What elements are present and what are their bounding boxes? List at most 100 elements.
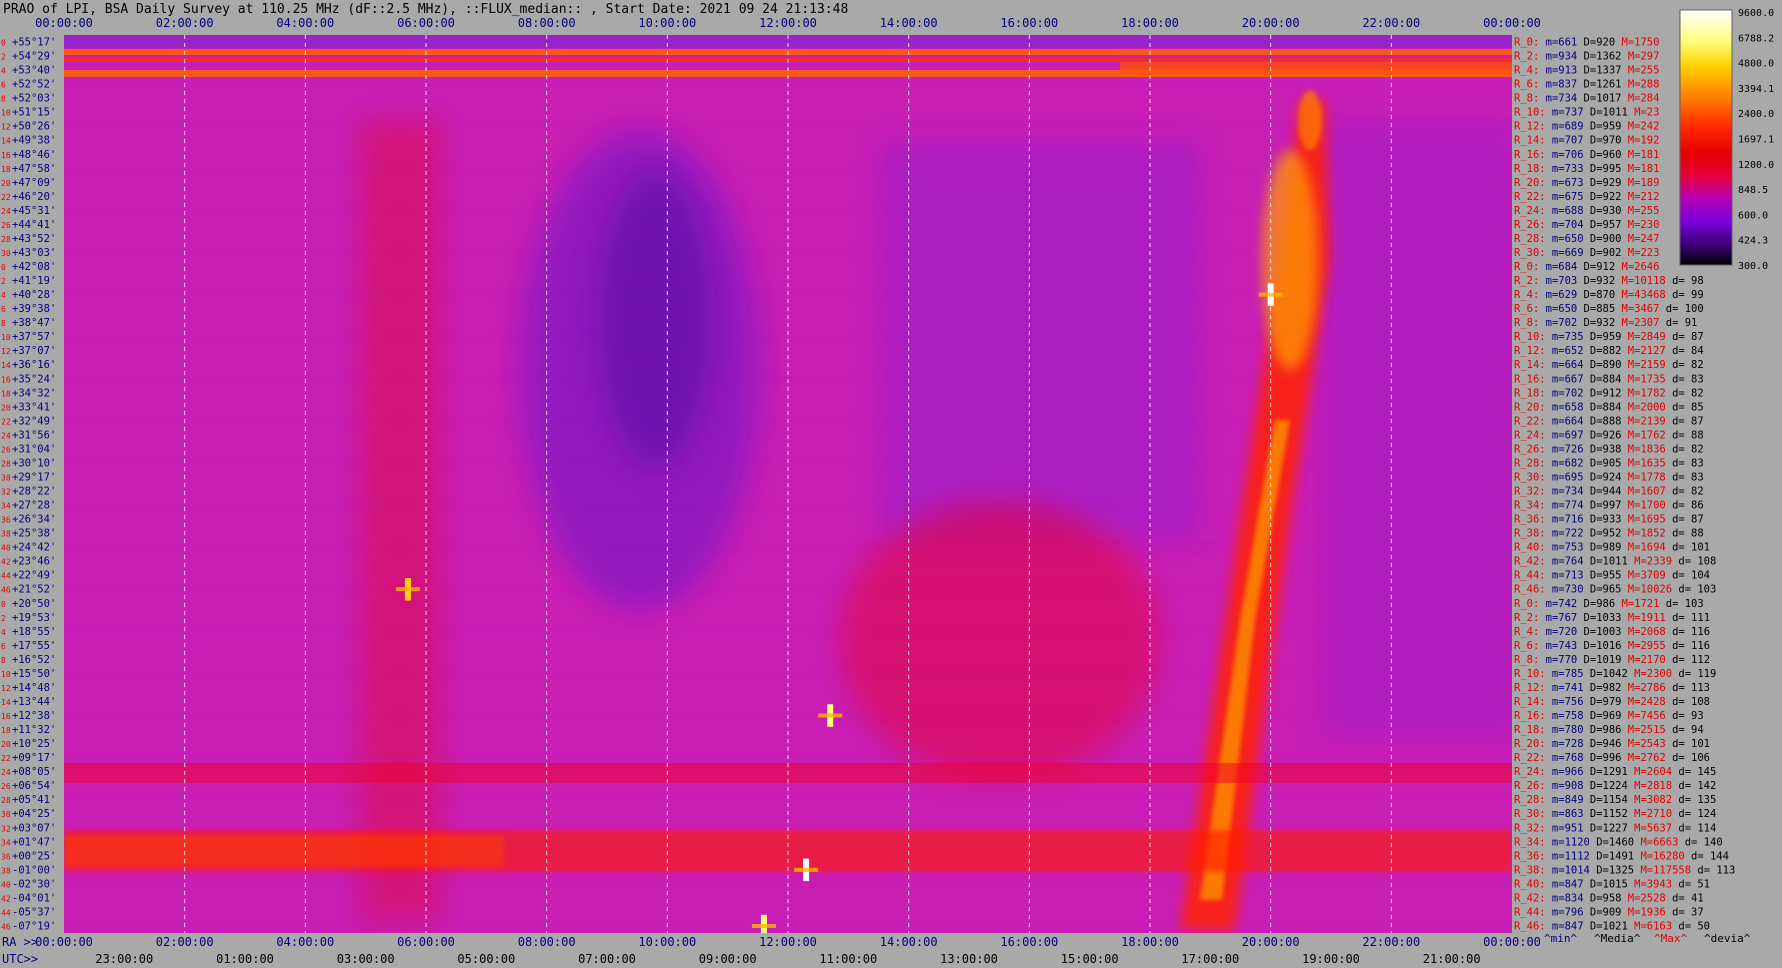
stats-row: R_34: m=1120 D=1460 M=6663 d= 140	[1514, 836, 1723, 848]
declination-label: +53°40'	[12, 65, 56, 77]
x-tick-label: 22:00:00	[1362, 935, 1420, 949]
declination-label: +21°52'	[12, 584, 56, 596]
ra-x-tick-labels: 00:00:00 02:00:00 04:00:00 06:00:00 08:00:00…	[35, 935, 1541, 949]
x-tick-label: 14:00:00	[880, 935, 938, 949]
stats-row: R_38: m=1014 D=1325 M=117558 d= 113	[1514, 864, 1735, 876]
beam-index-label: 0	[1, 39, 6, 48]
beam-index-label: 22	[1, 754, 11, 763]
declination-label: +31°56'	[12, 429, 56, 441]
stats-row: R_0: m=742 D=986 M=1721 d= 103	[1514, 598, 1704, 610]
declination-label: +31°04'	[12, 443, 56, 455]
beam-index-label: 8	[1, 95, 6, 104]
x-tick-label: 00:00:00	[1483, 935, 1541, 949]
colorbar-tick-label: 848.5	[1738, 185, 1768, 196]
declination-label: +06°54'	[12, 780, 56, 792]
beam-index-label: 46	[1, 923, 11, 932]
stats-row: R_30: m=669 D=902 M=223	[1514, 247, 1659, 259]
beam-index-label: 18	[1, 389, 11, 398]
cygnus-glow-2	[1298, 90, 1322, 150]
x-tick-label: 14:00:00	[880, 16, 938, 30]
declination-label: +54°29'	[12, 51, 56, 63]
stats-row: R_38: m=722 D=952 M=1852 d= 88	[1514, 528, 1704, 540]
colorbar-tick-label: 3394.1	[1738, 84, 1774, 95]
declination-label: +43°03'	[12, 247, 56, 259]
x-tick-label: 00:00:00	[1483, 16, 1541, 30]
declination-label: +41°19'	[12, 275, 56, 287]
declination-label: +03°07'	[12, 822, 56, 834]
x-tick-label: 00:00:00	[35, 935, 93, 949]
stats-row: R_2: m=934 D=1362 M=297	[1514, 51, 1659, 63]
stats-row: R_24: m=697 D=926 M=1762 d= 88	[1514, 429, 1704, 441]
x-tick-label: 01:00:00	[216, 952, 274, 966]
declination-label: +52°52'	[12, 79, 56, 91]
declination-label: +36°16'	[12, 359, 56, 371]
stats-row: R_28: m=849 D=1154 M=3082 d= 135	[1514, 794, 1716, 806]
declination-label: +40°28'	[12, 289, 56, 301]
beam-index-label: 30	[1, 810, 11, 819]
declination-label: +37°07'	[12, 345, 56, 357]
beam-index-label: 28	[1, 235, 11, 244]
stats-row: R_46: m=730 D=965 M=10026 d= 103	[1514, 584, 1716, 596]
stats-row: R_30: m=863 D=1152 M=2710 d= 124	[1514, 808, 1716, 820]
beam-index-label: 6	[1, 642, 6, 651]
beam-index-label: 44	[1, 572, 11, 581]
beam-index-label: 24	[1, 207, 11, 216]
stats-row: R_44: m=796 D=909 M=1936 d= 37	[1514, 907, 1704, 919]
declination-label: +22°49'	[12, 570, 56, 582]
declination-label: +18°55'	[12, 626, 56, 638]
declination-label: +38°47'	[12, 317, 56, 329]
stats-row: R_20: m=658 D=884 M=2000 d= 85	[1514, 401, 1704, 413]
beam-index-label: 34	[1, 838, 11, 847]
stats-row: R_20: m=728 D=946 M=2543 d= 101	[1514, 738, 1710, 750]
bright-source-halo	[794, 867, 819, 872]
beam-index-label: 6	[1, 81, 6, 90]
stats-row: R_36: m=716 D=933 M=1695 d= 87	[1514, 514, 1704, 526]
beam-index-label: 28	[1, 460, 11, 469]
stats-row: R_22: m=664 D=888 M=2139 d= 87	[1514, 415, 1704, 427]
stats-row: R_34: m=774 D=997 M=1700 d= 86	[1514, 500, 1704, 512]
declination-label: +46°20'	[12, 191, 56, 203]
stats-row: R_18: m=733 D=995 M=181	[1514, 163, 1659, 175]
stats-legend-label: ^Media^	[1594, 932, 1641, 945]
declination-labels: 0 +55°17' 2 +54°29' 4 +53°40' 6 +52°52' 8 +52°03'…	[1, 37, 56, 933]
stats-legend-label: ^min^	[1544, 932, 1577, 945]
stats-row: R_0: m=684 D=912 M=2646	[1514, 261, 1659, 273]
red-arc	[840, 500, 1160, 780]
stats-row: R_16: m=667 D=884 M=1735 d= 83	[1514, 373, 1704, 385]
declination-label: +15°50'	[12, 668, 56, 680]
colorbar: 9600.0 6788.2 4800.0 3394.1 2400.0 1697.1 1200…	[1679, 8, 1774, 272]
x-tick-label: 06:00:00	[397, 935, 455, 949]
violet-region	[880, 140, 1200, 540]
declination-label: +34°32'	[12, 387, 56, 399]
beam-index-label: 20	[1, 740, 11, 749]
beam-index-label: 32	[1, 488, 11, 497]
x-tick-label: 10:00:00	[638, 16, 696, 30]
stats-row: R_36: m=1112 D=1491 M=16280 d= 144	[1514, 850, 1729, 862]
stats-row: R_10: m=735 D=959 M=2849 d= 87	[1514, 331, 1704, 343]
declination-label: -05°37'	[12, 907, 56, 919]
stats-row: R_32: m=951 D=1227 M=5637 d= 114	[1514, 822, 1716, 834]
stats-row: R_40: m=847 D=1015 M=3943 d= 51	[1514, 878, 1710, 890]
utc-x-tick-labels: 23:00:00 01:00:00 03:00:00 05:00:00 07:00:00…	[95, 952, 1480, 966]
bright-source-halo	[395, 587, 420, 592]
x-tick-label: 08:00:00	[518, 16, 576, 30]
declination-label: +26°34'	[12, 514, 56, 526]
declination-label: +04°25'	[12, 808, 56, 820]
beam-index-label: 22	[1, 417, 11, 426]
declination-label: +44°41'	[12, 219, 56, 231]
beam-index-label: 22	[1, 193, 11, 202]
declination-label: +13°44'	[12, 696, 56, 708]
beam-index-label: 2	[1, 614, 6, 623]
top-x-tick-labels: 00:00:00 02:00:00 04:00:00 06:00:00 08:00:00…	[35, 16, 1541, 30]
beam-index-label: 12	[1, 684, 11, 693]
beam-index-label: 8	[1, 656, 6, 665]
stats-row: R_46: m=847 D=1021 M=6163 d= 50	[1514, 921, 1710, 933]
stats-row: R_28: m=682 D=905 M=1635 d= 83	[1514, 458, 1704, 470]
x-tick-label: 13:00:00	[940, 952, 998, 966]
stats-row: R_4: m=720 D=1003 M=2068 d= 116	[1514, 626, 1710, 638]
beam-index-label: 24	[1, 768, 11, 777]
declination-label: +17°55'	[12, 640, 56, 652]
stats-row: R_18: m=780 D=986 M=2515 d= 94	[1514, 724, 1704, 736]
stats-row: R_4: m=913 D=1337 M=255	[1514, 65, 1659, 77]
declination-label: +09°17'	[12, 752, 56, 764]
